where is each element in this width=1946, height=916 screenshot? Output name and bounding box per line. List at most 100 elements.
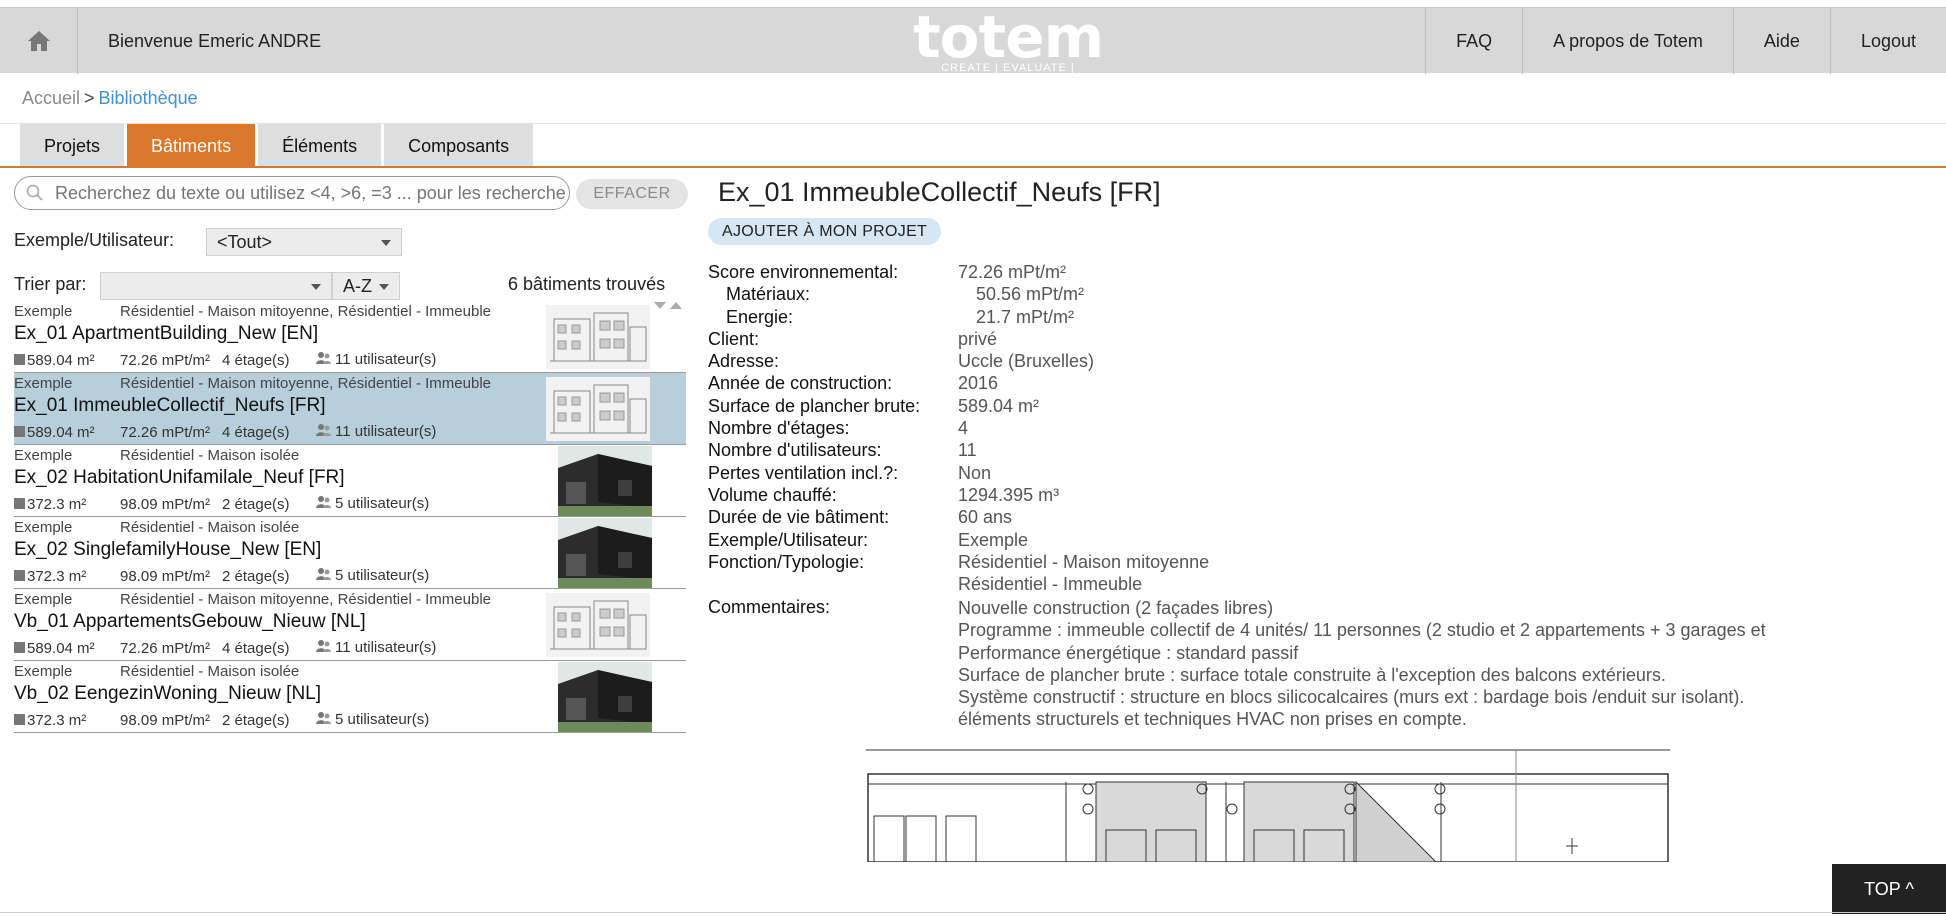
row-source: Exemple <box>14 591 73 608</box>
order-value: A-Z <box>343 276 372 296</box>
building-row[interactable]: Exemple Résidentiel - Maison mitoyenne, R… <box>14 373 686 445</box>
row-area: 589.04 m² <box>14 424 120 441</box>
users-icon <box>316 495 332 513</box>
building-thumbnail[interactable] <box>546 377 650 441</box>
row-area-value: 372.3 m² <box>27 567 87 585</box>
row-area-value: 372.3 m² <box>27 495 87 513</box>
property-label: Année de construction: <box>708 373 893 394</box>
tab-projets[interactable]: Projets <box>20 124 125 168</box>
row-building-name[interactable]: Ex_01 ApartmentBuilding_New [EN] <box>14 323 318 345</box>
area-icon <box>14 713 25 725</box>
area-icon <box>14 497 25 509</box>
nav-faq[interactable]: FAQ <box>1425 8 1522 74</box>
comment-line: Nouvelle construction (2 façades libres) <box>958 598 1274 618</box>
row-building-name[interactable]: Vb_01 AppartementsGebouw_Nieuw [NL] <box>14 611 366 633</box>
breadcrumb-current[interactable]: Bibliothèque <box>99 88 198 108</box>
property-value: 589.04 m² <box>958 395 1040 416</box>
building-row[interactable]: Exemple Résidentiel - Maison isolée Vb_02 … <box>14 661 686 733</box>
row-typology: Résidentiel - Maison isolée <box>120 663 300 680</box>
row-area: 589.04 m² <box>14 352 120 369</box>
nav-logout[interactable]: Logout <box>1829 8 1946 74</box>
scroll-up-icon[interactable] <box>670 302 682 309</box>
source-filter-label: Exemple/Utilisateur: <box>14 230 175 250</box>
tab-composants[interactable]: Composants <box>384 124 534 168</box>
row-floors: 4 étage(s) <box>222 639 290 657</box>
property-label: Durée de vie bâtiment: <box>708 507 890 528</box>
property-label: Matériaux: <box>726 284 811 305</box>
clear-button[interactable]: EFFACER <box>576 179 688 209</box>
row-users-value: 11 utilisateur(s) <box>335 423 437 440</box>
chevron-down-icon <box>379 284 389 290</box>
row-users: 5 utilisateur(s) <box>316 495 429 513</box>
building-thumbnail[interactable] <box>558 662 652 732</box>
property-label: Volume chauffé: <box>708 484 837 505</box>
scroll-down-icon[interactable] <box>654 302 666 309</box>
row-building-name[interactable]: Ex_01 ImmeubleCollectif_Neufs [FR] <box>14 395 326 417</box>
chevron-down-icon <box>311 284 321 290</box>
row-score: 98.09 mPt/m² <box>120 711 211 729</box>
property-label: Energie: <box>726 306 794 327</box>
search-icon <box>15 184 55 202</box>
breadcrumb: Accueil > Bibliothèque <box>22 88 198 109</box>
building-list: Exemple Résidentiel - Maison mitoyenne, R… <box>14 301 686 733</box>
back-to-top-button[interactable]: TOP ^ <box>1832 864 1946 914</box>
property-value: 60 ans <box>958 507 1013 528</box>
property-value: Exemple <box>958 529 1029 550</box>
users-icon <box>316 639 332 657</box>
row-typology: Résidentiel - Maison isolée <box>120 447 300 464</box>
row-score: 72.26 mPt/m² <box>120 351 211 369</box>
row-typology: Résidentiel - Maison mitoyenne, Résident… <box>120 375 492 392</box>
row-area-value: 589.04 m² <box>27 639 95 657</box>
source-filter-select[interactable]: <Tout> <box>206 228 402 256</box>
building-row[interactable]: Exemple Résidentiel - Maison isolée Ex_02 … <box>14 517 686 589</box>
building-thumbnail[interactable] <box>546 593 650 657</box>
row-building-name[interactable]: Ex_02 SinglefamilyHouse_New [EN] <box>14 539 321 561</box>
area-icon <box>14 641 25 653</box>
row-building-name[interactable]: Ex_02 HabitationUnifamilale_Neuf [FR] <box>14 467 345 489</box>
users-icon <box>316 711 332 729</box>
search-input[interactable] <box>55 182 565 204</box>
home-icon <box>27 31 50 51</box>
users-icon <box>316 567 332 585</box>
add-to-project-button[interactable]: AJOUTER À MON PROJET <box>708 218 942 245</box>
nav-about[interactable]: A propos de Totem <box>1522 8 1733 74</box>
row-floors: 4 étage(s) <box>222 423 290 441</box>
row-score: 98.09 mPt/m² <box>120 567 211 585</box>
row-users-value: 5 utilisateur(s) <box>335 711 430 728</box>
building-thumbnail[interactable] <box>558 518 652 588</box>
building-row[interactable]: Exemple Résidentiel - Maison isolée Ex_02 … <box>14 445 686 517</box>
property-label: Score environnemental: <box>708 262 899 282</box>
property-label: Nombre d'utilisateurs: <box>708 440 882 461</box>
area-icon <box>14 425 25 437</box>
tab-underline <box>0 166 1946 168</box>
comments-label: Commentaires: <box>708 597 831 617</box>
tab-batiments[interactable]: Bâtiments <box>127 124 256 168</box>
row-users-value: 5 utilisateur(s) <box>335 495 430 512</box>
property-label: Adresse: <box>708 351 780 372</box>
comments-text: Nouvelle construction (2 façades libres)… <box>958 597 1838 731</box>
home-button[interactable] <box>0 8 78 74</box>
building-row[interactable]: Exemple Résidentiel - Maison mitoyenne, R… <box>14 589 686 661</box>
totem-logo[interactable]: totem CREATE | EVALUATE | INNOVATE <box>908 8 1108 86</box>
row-building-name[interactable]: Vb_02 EengezinWoning_Nieuw [NL] <box>14 683 321 705</box>
building-thumbnail[interactable] <box>558 446 652 516</box>
nav-help[interactable]: Aide <box>1732 8 1830 74</box>
row-area: 372.3 m² <box>14 712 120 729</box>
tab-elements[interactable]: Éléments <box>258 124 382 168</box>
row-area-value: 589.04 m² <box>27 423 95 441</box>
sort-select[interactable] <box>100 272 332 300</box>
scroll-arrows[interactable] <box>654 302 682 309</box>
row-score: 72.26 mPt/m² <box>120 639 211 657</box>
floor-plan-image <box>866 746 1670 862</box>
building-thumbnail[interactable] <box>546 305 650 369</box>
results-count: 6 bâtiments trouvés <box>508 274 666 294</box>
building-row[interactable]: Exemple Résidentiel - Maison mitoyenne, R… <box>14 301 686 373</box>
row-floors: 2 étage(s) <box>222 711 290 729</box>
top-header: Bienvenue Emeric ANDRE totem CREATE | EV… <box>0 7 1946 86</box>
sort-label: Trier par: <box>14 274 87 294</box>
row-users-value: 11 utilisateur(s) <box>335 639 437 656</box>
property-value: 2016 <box>958 373 999 394</box>
breadcrumb-home[interactable]: Accueil <box>22 88 80 108</box>
order-select[interactable]: A-Z <box>332 272 400 300</box>
row-users: 11 utilisateur(s) <box>316 639 436 657</box>
